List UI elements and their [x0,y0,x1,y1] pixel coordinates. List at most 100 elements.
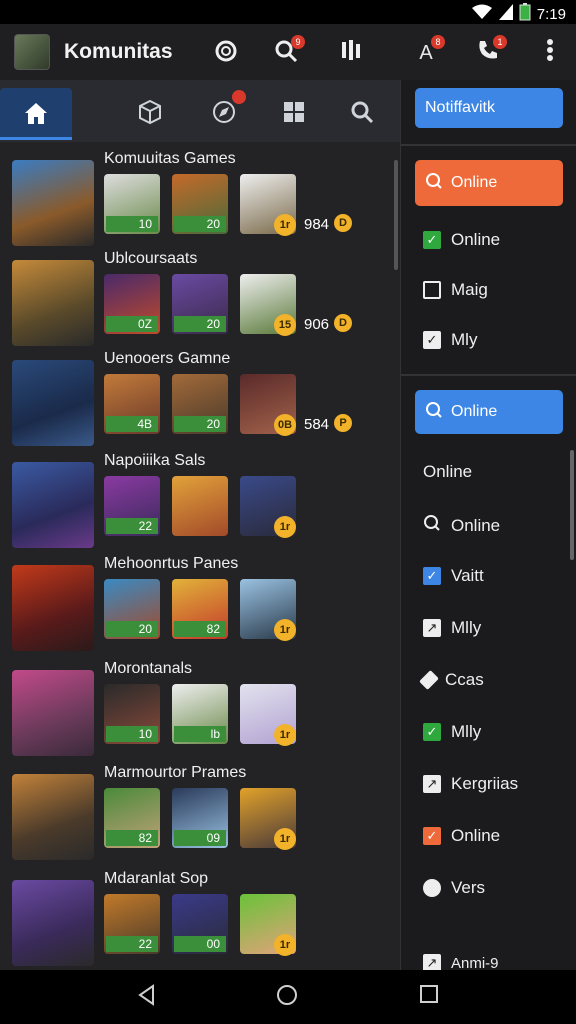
back-icon[interactable] [134,984,160,1010]
more-menu-icon[interactable] [536,38,564,66]
online-button-blue[interactable]: Online [415,390,563,434]
game-tile[interactable]: 20 [172,374,228,434]
menu-item[interactable]: Online [423,462,472,482]
menu-item-mly[interactable]: ✓ Mly [423,330,477,350]
list-item[interactable]: Mdaranlat Sop 22 00 1r [12,870,392,970]
menu-item[interactable]: ✓ Vaitt [423,566,484,586]
game-tile[interactable]: 20 [104,579,160,639]
game-tile[interactable]: 22 [104,476,160,536]
check-icon: ✓ [423,567,441,585]
check-icon: ✓ [423,231,441,249]
score-value: 584 [304,416,330,433]
menu-item[interactable]: ↗ Mlly [423,618,481,638]
list-item[interactable]: Komuuitas Games 10 20 1r 984 D [12,150,392,250]
app-title: Komunitas [64,40,173,63]
tag-icon [419,670,439,690]
game-tile[interactable]: lb [172,684,228,744]
coin-icon: P [334,414,352,432]
row-title: Napoiiika Sals [104,452,206,469]
list-item[interactable]: Uenooers Gamne 4B 20 0B 584 P [12,350,392,450]
home-icon[interactable] [274,984,300,1010]
game-thumbnail [12,670,94,756]
right-scrollbar[interactable] [570,450,574,560]
tab-games[interactable] [114,86,186,138]
community-icon[interactable] [212,38,240,66]
avatar[interactable] [14,34,50,70]
tab-home[interactable] [0,88,72,140]
row-title: Komuuitas Games [104,150,236,167]
list-item[interactable]: Ublcoursaats 0Z 20 15 906 D [12,250,392,350]
call-badge: 1 [493,35,507,49]
coin-badge: 1r [274,828,296,850]
menu-item[interactable]: ✓ Mlly [423,722,481,742]
coin-badge: 1r [274,516,296,538]
game-tile[interactable] [172,476,228,536]
game-tile[interactable]: 20 [172,174,228,234]
coin-badge: 1r [274,934,296,956]
notifications-button[interactable]: Notiffavitk [415,88,563,128]
chart-icon: ↗ [423,775,441,793]
status-bar: 7:19 [0,0,576,24]
menu-item[interactable]: Online [423,514,500,537]
divider [401,144,576,146]
search-icon [423,514,441,537]
game-tile[interactable]: 09 [172,788,228,848]
coin-badge: 15 [274,314,296,336]
game-tile[interactable]: 10 [104,684,160,744]
row-title: Marmourtor Prames [104,764,247,781]
game-tile[interactable]: 82 [104,788,160,848]
translate-icon[interactable]: A 8 [412,35,445,66]
system-nav-bar [0,970,576,1024]
coin-badge: 1r [274,619,296,641]
tab-grid[interactable] [258,86,330,138]
left-scrollbar[interactable] [394,160,398,270]
battery-icon [519,3,531,25]
menu-item[interactable]: ↗ Kergriias [423,774,518,794]
game-tile[interactable]: 22 [104,894,160,954]
tab-bar [0,80,400,142]
home-icon [25,102,47,124]
menu-item[interactable]: Vers [423,878,485,898]
search-icon [351,101,374,124]
online-button-orange[interactable]: Online [415,160,563,206]
game-thumbnail [12,260,94,346]
game-tile[interactable]: 4B [104,374,160,434]
tab-search[interactable] [326,86,398,138]
call-icon[interactable]: 1 [474,35,507,66]
game-thumbnail [12,565,94,651]
game-tile[interactable]: 0Z [104,274,160,334]
status-time: 7:19 [536,5,566,23]
row-title: Uenooers Gamne [104,350,231,367]
menu-item-online[interactable]: ✓ Online [423,230,500,250]
wifi-icon [471,4,493,24]
stats-icon[interactable] [338,38,366,66]
game-tile[interactable]: 82 [172,579,228,639]
list-item[interactable]: Mehoonrtus Panes 20 82 1r [12,555,392,655]
game-tile[interactable]: 20 [172,274,228,334]
list-item[interactable]: Napoiiika Sals 22 1r [12,452,392,552]
game-thumbnail [12,462,94,548]
search-icon[interactable]: 9 [272,35,305,66]
app-bar: Komunitas 9 A 8 1 [0,24,576,80]
game-tile[interactable]: 00 [172,894,228,954]
search-icon [425,401,443,424]
recents-icon[interactable] [416,984,442,1010]
coin-icon: D [334,314,352,332]
tab-explore[interactable] [188,86,260,138]
score-value: 984 [304,216,330,233]
game-tile[interactable]: 10 [104,174,160,234]
check-icon: ✓ [423,723,441,741]
divider [401,374,576,376]
menu-item[interactable]: ✓ Online [423,826,500,846]
search-icon [425,172,443,195]
list-item[interactable]: Marmourtor Prames 82 09 1r [12,764,392,864]
right-panel: Notiffavitk Online ✓ Online Maig ✓ Mly O… [400,80,576,972]
translate-badge: 8 [431,35,445,49]
menu-item[interactable]: Ccas [419,670,484,690]
check-icon: ✓ [423,331,441,349]
circle-icon [423,879,441,897]
check-icon: ✓ [423,827,441,845]
menu-item-mail[interactable]: Maig [423,280,488,300]
list-item[interactable]: Morontanals 10 lb 1r [12,660,392,760]
coin-icon: D [334,214,352,232]
